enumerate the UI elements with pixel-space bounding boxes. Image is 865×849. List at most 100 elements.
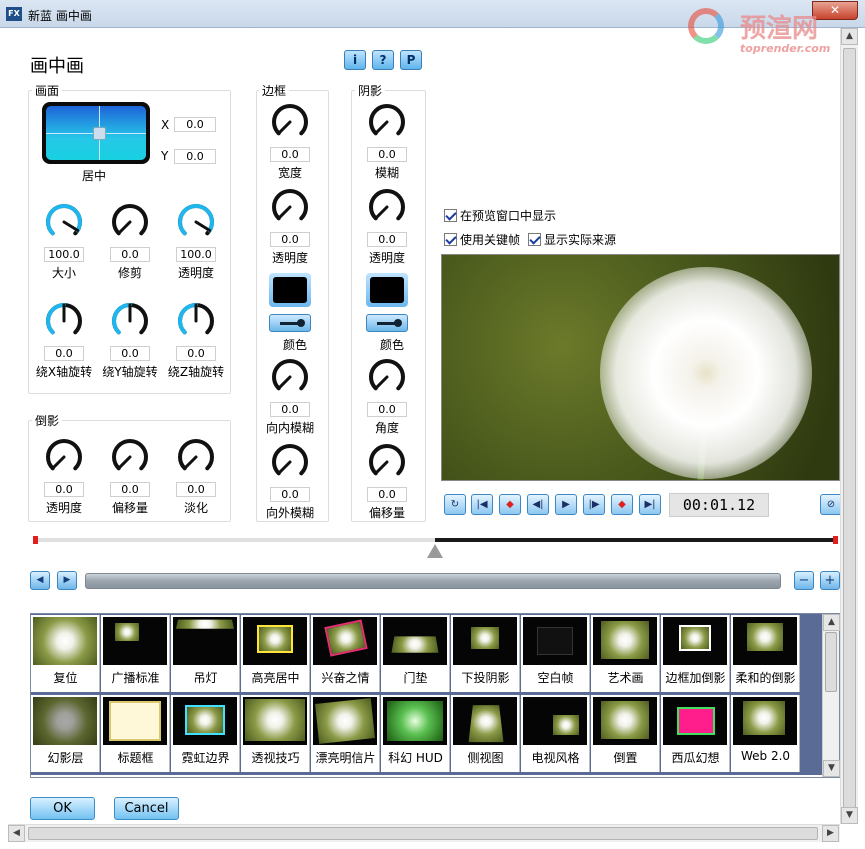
preset-tile[interactable]: 幻影层 xyxy=(31,695,100,772)
position-pad[interactable] xyxy=(42,102,150,164)
preset-tile[interactable]: 门垫 xyxy=(381,615,450,692)
size-value-field[interactable]: 100.0 xyxy=(44,247,84,262)
preset-label: 标题框 xyxy=(117,751,154,765)
opacity-knob[interactable] xyxy=(174,200,218,244)
timeline-start-marker[interactable] xyxy=(33,536,38,544)
zoom-in-button[interactable]: + xyxy=(820,571,840,590)
preset-tile[interactable]: Web 2.0 xyxy=(731,695,800,772)
show-source-label: 显示实际来源 xyxy=(544,233,617,247)
preview-window xyxy=(441,254,840,481)
preset-tile[interactable]: 边框加倒影 xyxy=(661,615,730,692)
size-knob[interactable] xyxy=(42,200,86,244)
preset-thumbnail xyxy=(593,697,657,745)
preset-tile[interactable]: 霓虹边界 xyxy=(171,695,240,772)
preset-tile[interactable]: 柔和的倒影 xyxy=(731,615,800,692)
rotate-z-value-field[interactable]: 0.0 xyxy=(176,346,216,361)
preset-tile[interactable]: 标题框 xyxy=(101,695,170,772)
rotate-z-knob[interactable] xyxy=(174,299,218,343)
play-button[interactable]: ▶ xyxy=(555,494,577,515)
loop-button[interactable]: ↻ xyxy=(444,494,466,515)
preset-label: 漂亮明信片 xyxy=(315,751,376,765)
page-title: 画中画 xyxy=(30,56,84,77)
cancel-button[interactable]: Cancel xyxy=(114,797,179,820)
horizontal-scrollbar[interactable]: ◀ ▶ xyxy=(8,824,840,842)
crop-knob[interactable] xyxy=(108,200,152,244)
scroll-left-button[interactable]: ◀ xyxy=(30,571,50,590)
gallery-scrollbar[interactable]: ▲ ▼ xyxy=(822,614,840,777)
preset-thumbnail xyxy=(523,617,587,665)
rotate-y-knob[interactable] xyxy=(108,299,152,343)
preset-label: 柔和的倒影 xyxy=(735,671,796,685)
preset-tile[interactable]: 电视风格 xyxy=(521,695,590,772)
vertical-scrollbar[interactable]: ▲ ▼ xyxy=(840,28,858,824)
preset-tile[interactable]: 兴奋之情 xyxy=(311,615,380,692)
go-start-button[interactable]: |◀ xyxy=(471,494,493,515)
preset-button[interactable]: P xyxy=(400,50,422,70)
timeline-elapsed xyxy=(35,538,435,542)
preset-thumbnail xyxy=(383,697,447,745)
next-keyframe-button[interactable]: ◆ xyxy=(611,494,633,515)
reflection-group-title: 倒影 xyxy=(32,412,63,429)
rotate-x-value-field[interactable]: 0.0 xyxy=(44,346,84,361)
preset-thumbnail xyxy=(733,697,797,745)
watermark: 预渲网 toprender.com xyxy=(688,8,830,55)
step-forward-button[interactable]: |▶ xyxy=(583,494,605,515)
close-button[interactable]: ✕ xyxy=(812,1,858,20)
opacity-value-field[interactable]: 100.0 xyxy=(176,247,216,262)
rotate-y-value-field[interactable]: 0.0 xyxy=(110,346,150,361)
y-field[interactable]: 0.0 xyxy=(174,149,216,164)
preset-label: 高亮居中 xyxy=(251,671,300,685)
preset-label: 倒置 xyxy=(613,751,638,765)
preset-tile[interactable]: 高亮居中 xyxy=(241,615,310,692)
info-button[interactable]: i xyxy=(344,50,366,70)
timeline-end-marker[interactable] xyxy=(833,536,838,544)
x-field[interactable]: 0.0 xyxy=(174,117,216,132)
help-button[interactable]: ? xyxy=(372,50,394,70)
step-back-button[interactable]: ◀| xyxy=(527,494,549,515)
preset-thumbnail xyxy=(453,617,517,665)
preset-thumbnail xyxy=(663,617,727,665)
preset-tile[interactable]: 倒置 xyxy=(591,695,660,772)
border-color-swatch[interactable] xyxy=(269,273,311,307)
border-color-picker[interactable] xyxy=(269,314,311,332)
preset-tile[interactable]: 吊灯 xyxy=(171,615,240,692)
preset-label: 科幻 HUD xyxy=(388,751,443,765)
preset-tile[interactable]: 漂亮明信片 xyxy=(311,695,380,772)
timeline-zoom-slider[interactable] xyxy=(85,573,781,589)
prev-keyframe-button[interactable]: ◆ xyxy=(499,494,521,515)
preset-tile[interactable]: 广播标准 xyxy=(101,615,170,692)
preset-label: 复位 xyxy=(53,671,78,685)
use-keyframes-label: 使用关键帧 xyxy=(460,233,521,247)
preset-tile[interactable]: 空白帧 xyxy=(521,615,590,692)
scroll-right-button[interactable]: ▶ xyxy=(57,571,77,590)
show-in-preview-checkbox[interactable]: 在预览窗口中显示 xyxy=(444,207,556,224)
rotate-x-knob[interactable] xyxy=(42,299,86,343)
crop-value-field[interactable]: 0.0 xyxy=(110,247,150,262)
preset-tile[interactable]: 西瓜幻想 xyxy=(661,695,730,772)
preset-tile[interactable]: 艺术画 xyxy=(591,615,660,692)
preset-thumbnail xyxy=(453,697,517,745)
preset-label: 霓虹边界 xyxy=(181,751,230,765)
preset-tile[interactable]: 下投阴影 xyxy=(451,615,520,692)
preset-thumbnail xyxy=(103,617,167,665)
preset-tile[interactable]: 科幻 HUD xyxy=(381,695,450,772)
preset-tile[interactable]: 侧视图 xyxy=(451,695,520,772)
use-keyframes-checkbox[interactable]: 使用关键帧 xyxy=(444,231,520,248)
shadow-color-picker[interactable] xyxy=(366,314,408,332)
preset-thumbnail xyxy=(523,697,587,745)
ok-button[interactable]: OK xyxy=(30,797,95,820)
preset-tile[interactable]: 透视技巧 xyxy=(241,695,310,772)
title-bar: FX 新蓝 画中画 xyxy=(0,0,865,28)
settings-icon[interactable]: ⊘ xyxy=(820,494,842,515)
show-source-checkbox[interactable]: 显示实际来源 xyxy=(528,231,616,248)
preset-tile[interactable]: 复位 xyxy=(31,615,100,692)
preset-label: 吊灯 xyxy=(193,671,218,685)
shadow-color-swatch[interactable] xyxy=(366,273,408,307)
go-end-button[interactable]: ▶| xyxy=(639,494,661,515)
playhead-handle[interactable] xyxy=(427,544,443,558)
zoom-out-button[interactable]: − xyxy=(794,571,814,590)
preset-label: 空白帧 xyxy=(537,671,574,685)
position-handle[interactable] xyxy=(93,127,106,140)
preset-thumbnail xyxy=(173,617,237,665)
preset-label: 透视技巧 xyxy=(251,751,300,765)
